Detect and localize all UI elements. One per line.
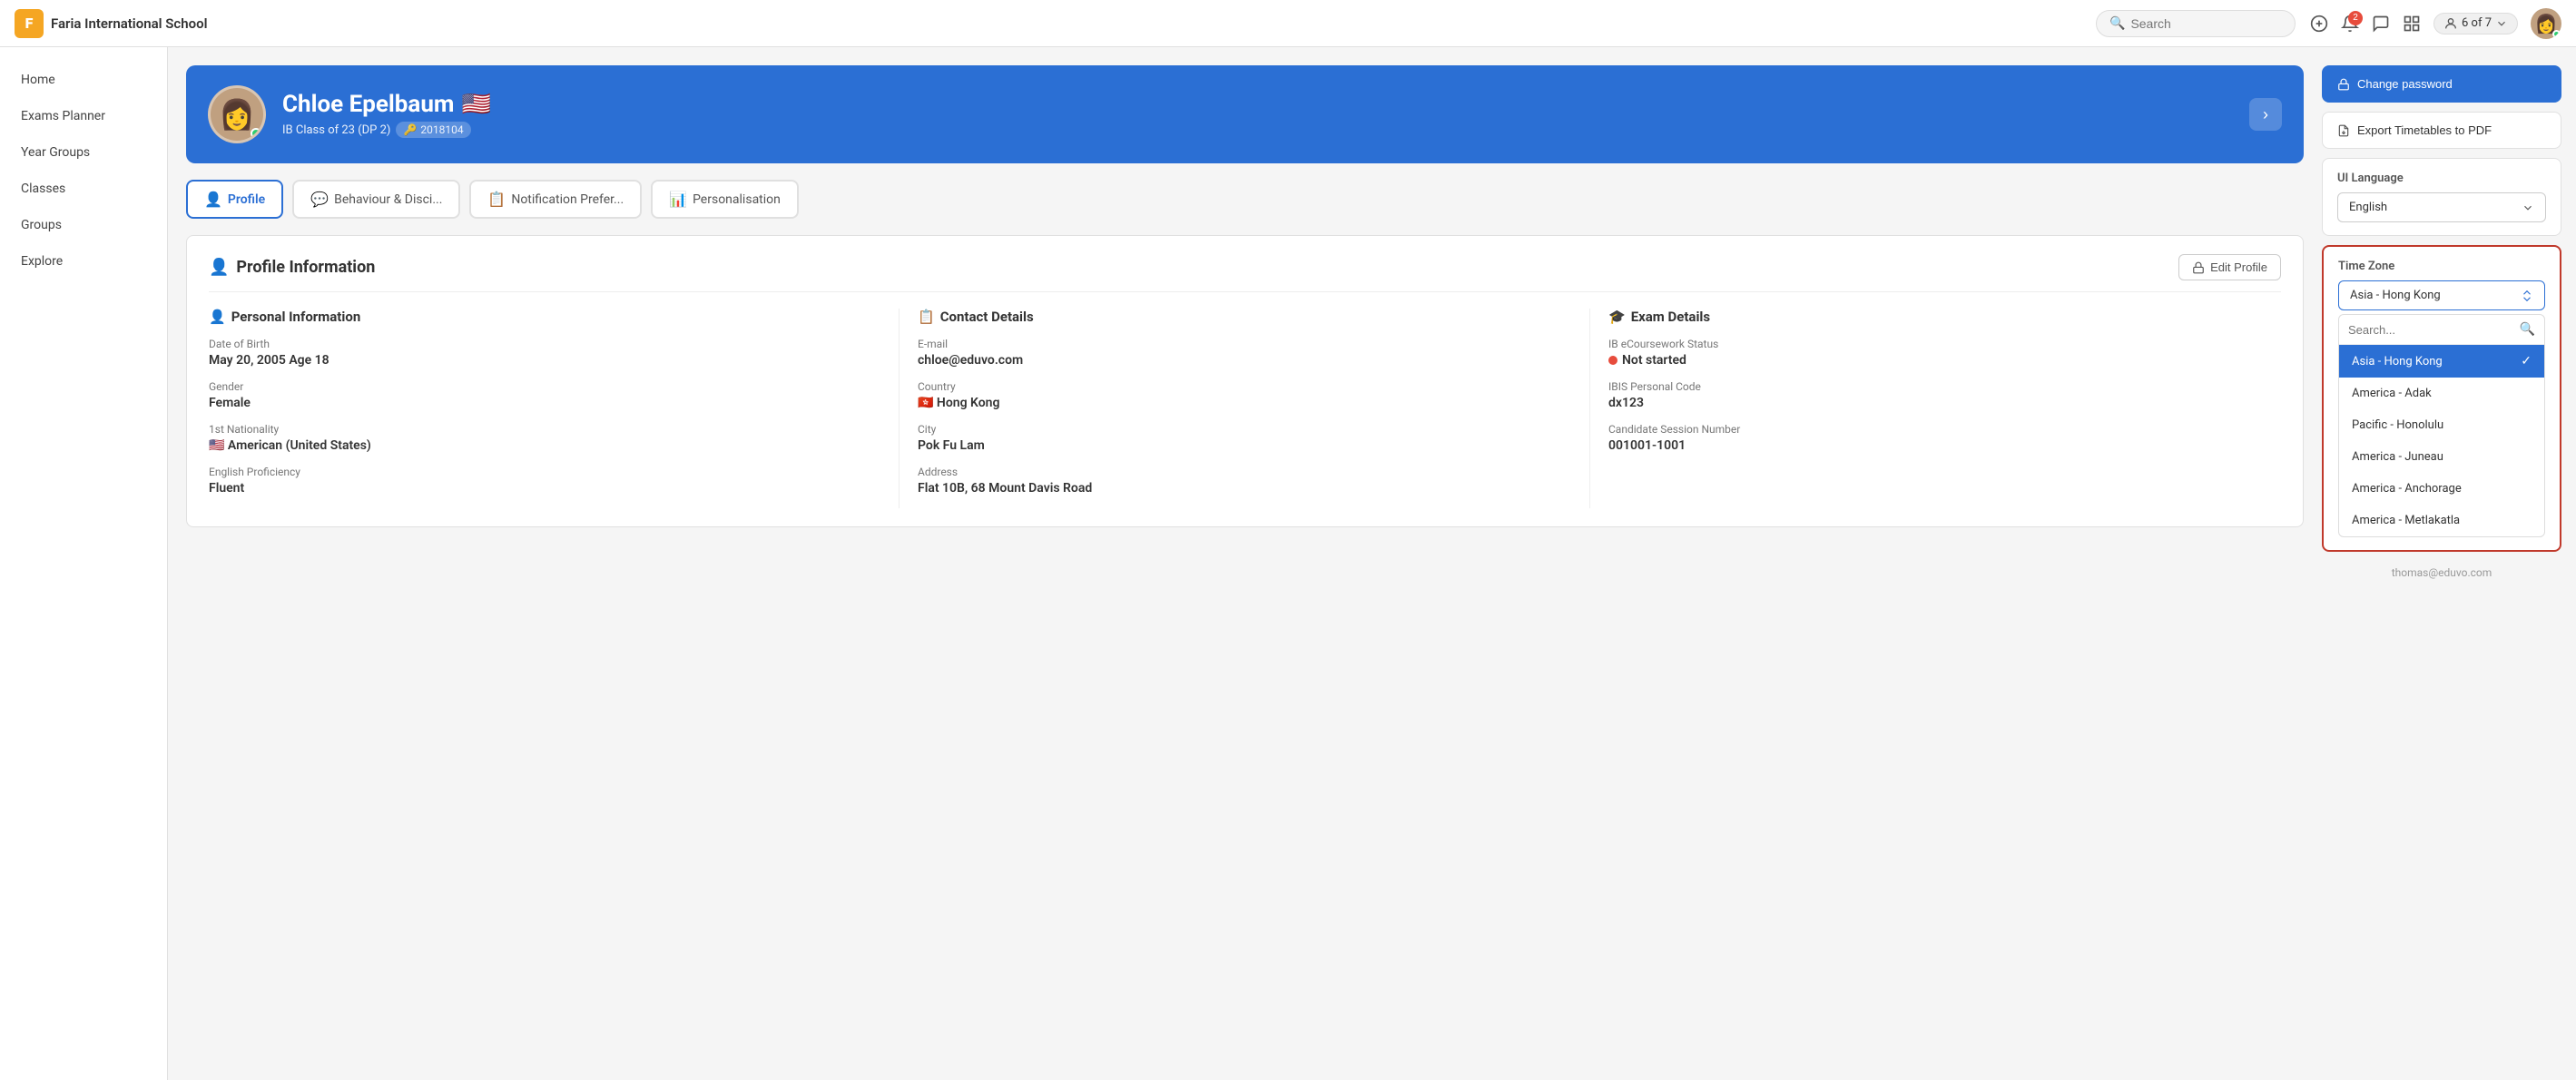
personalisation-tab-icon: 📊	[669, 191, 687, 208]
student-info: Chloe Epelbaum 🇺🇸 IB Class of 23 (DP 2) …	[282, 91, 491, 138]
dob-field: Date of Birth May 20, 2005 Age 18	[209, 338, 880, 368]
sidebar: Home Exams Planner Year Groups Classes G…	[0, 47, 168, 1080]
student-counter[interactable]: 6 of 7	[2433, 13, 2518, 34]
profile-card-header: 👤 Profile Information Edit Profile	[209, 254, 2281, 292]
tab-notification[interactable]: 📋 Notification Prefer...	[469, 180, 642, 219]
gender-field: Gender Female	[209, 380, 880, 410]
school-name: Faria International School	[51, 15, 207, 32]
messages-button[interactable]	[2372, 15, 2390, 33]
notification-tab-icon: 📋	[487, 191, 506, 208]
selected-checkmark: ✓	[2521, 354, 2532, 368]
personal-info-column: 👤 Personal Information Date of Birth May…	[209, 309, 900, 508]
profile-card: 👤 Profile Information Edit Profile 👤 Per…	[186, 235, 2304, 527]
search-icon: 🔍	[2520, 322, 2535, 337]
profile-tab-icon: 👤	[204, 191, 222, 208]
english-proficiency-field: English Proficiency Fluent	[209, 466, 880, 496]
student-header: 👩 Chloe Epelbaum 🇺🇸 IB Class of 23 (DP 2…	[186, 65, 2304, 163]
app-layout: Home Exams Planner Year Groups Classes G…	[0, 47, 2576, 1080]
nav-actions: 2 6 of 7 👩	[2310, 8, 2561, 39]
exam-details-title: 🎓 Exam Details	[1608, 309, 2281, 325]
search-bar[interactable]: 🔍	[2096, 10, 2296, 37]
student-subtitle: IB Class of 23 (DP 2) 🔑 2018104	[282, 122, 491, 138]
sidebar-item-home[interactable]: Home	[0, 62, 167, 98]
chevron-down-icon	[2495, 17, 2508, 30]
sidebar-item-explore[interactable]: Explore	[0, 243, 167, 280]
personal-info-title: 👤 Personal Information	[209, 309, 880, 325]
time-zone-search-input[interactable]	[2348, 323, 2514, 337]
exam-details-column: 🎓 Exam Details IB eCoursework Status Not…	[1590, 309, 2281, 508]
coursework-status-field: IB eCoursework Status Not started	[1608, 338, 2281, 368]
time-zone-select[interactable]: Asia - Hong Kong	[2338, 280, 2545, 310]
student-name: Chloe Epelbaum 🇺🇸	[282, 91, 491, 118]
country-field: Country 🇭🇰 Hong Kong	[918, 380, 1571, 410]
time-zone-section: Time Zone Asia - Hong Kong 🔍 Asia - Hong…	[2322, 245, 2561, 552]
next-student-button[interactable]: ›	[2249, 98, 2282, 131]
right-panel: Change password Export Timetables to PDF…	[2322, 47, 2576, 1080]
tab-bar: 👤 Profile 💬 Behaviour & Disci... 📋 Notif…	[186, 180, 2304, 219]
contact-details-title: 📋 Contact Details	[918, 309, 1571, 325]
tz-option-asia-hk[interactable]: Asia - Hong Kong ✓	[2339, 345, 2544, 378]
lock-icon	[2337, 78, 2350, 91]
ui-language-select[interactable]: English	[2337, 192, 2546, 222]
email-field: E-mail chloe@eduvo.com	[918, 338, 1571, 368]
notification-button[interactable]: 2	[2341, 15, 2359, 33]
bottom-email: thomas@eduvo.com	[2322, 559, 2561, 586]
ui-language-section: UI Language English	[2322, 158, 2561, 236]
tz-option-america-juneau[interactable]: America - Juneau	[2339, 441, 2544, 473]
student-avatar: 👩	[208, 85, 266, 143]
sidebar-item-groups[interactable]: Groups	[0, 207, 167, 243]
behaviour-tab-icon: 💬	[310, 191, 329, 208]
grid-button[interactable]	[2403, 15, 2421, 33]
change-password-button[interactable]: Change password	[2322, 65, 2561, 103]
sidebar-item-classes[interactable]: Classes	[0, 171, 167, 207]
tz-option-america-adak[interactable]: America - Adak	[2339, 378, 2544, 409]
user-avatar[interactable]: 👩	[2531, 8, 2561, 39]
tz-option-america-metlakatla[interactable]: America - Metlakatla	[2339, 505, 2544, 536]
address-field: Address Flat 10B, 68 Mount Davis Road	[918, 466, 1571, 496]
search-icon: 🔍	[2109, 16, 2125, 31]
export-icon	[2337, 124, 2350, 137]
app-logo[interactable]: F Faria International School	[15, 9, 207, 38]
logo-icon: F	[15, 9, 44, 38]
contact-details-column: 📋 Contact Details E-mail chloe@eduvo.com…	[900, 309, 1590, 508]
tz-option-pacific-honolulu[interactable]: Pacific - Honolulu	[2339, 409, 2544, 441]
time-zone-search-container: 🔍	[2339, 315, 2544, 345]
chevron-updown-icon	[2521, 290, 2533, 302]
ibis-code-field: IBIS Personal Code dx123	[1608, 380, 2281, 410]
nationality-field: 1st Nationality 🇺🇸 American (United Stat…	[209, 423, 880, 453]
student-id-badge: 🔑 2018104	[396, 122, 470, 138]
tz-option-america-anchorage[interactable]: America - Anchorage	[2339, 473, 2544, 505]
counter-label: 6 of 7	[2462, 16, 2492, 30]
profile-card-title: 👤 Profile Information	[209, 258, 375, 277]
tab-behaviour[interactable]: 💬 Behaviour & Disci...	[292, 180, 460, 219]
student-online-indicator	[251, 128, 261, 139]
search-input[interactable]	[2130, 16, 2282, 31]
sidebar-item-exams-planner[interactable]: Exams Planner	[0, 98, 167, 134]
online-indicator	[2552, 30, 2561, 38]
edit-profile-button[interactable]: Edit Profile	[2178, 254, 2281, 280]
tab-personalisation[interactable]: 📊 Personalisation	[651, 180, 799, 219]
main-content: 👩 Chloe Epelbaum 🇺🇸 IB Class of 23 (DP 2…	[168, 47, 2322, 1080]
tab-profile[interactable]: 👤 Profile	[186, 180, 283, 219]
export-timetables-button[interactable]: Export Timetables to PDF	[2322, 112, 2561, 149]
candidate-session-field: Candidate Session Number 001001-1001	[1608, 423, 2281, 453]
top-navigation: F Faria International School 🔍 2 6 of 7 …	[0, 0, 2576, 47]
add-button[interactable]	[2310, 15, 2328, 33]
city-field: City Pok Fu Lam	[918, 423, 1571, 453]
sidebar-item-year-groups[interactable]: Year Groups	[0, 134, 167, 171]
chevron-down-icon	[2522, 201, 2534, 214]
profile-columns: 👤 Personal Information Date of Birth May…	[209, 309, 2281, 508]
notification-badge: 2	[2348, 11, 2363, 25]
lock-icon	[2192, 261, 2205, 274]
status-indicator	[1608, 356, 1617, 365]
time-zone-dropdown: 🔍 Asia - Hong Kong ✓ America - Adak Paci…	[2338, 314, 2545, 537]
